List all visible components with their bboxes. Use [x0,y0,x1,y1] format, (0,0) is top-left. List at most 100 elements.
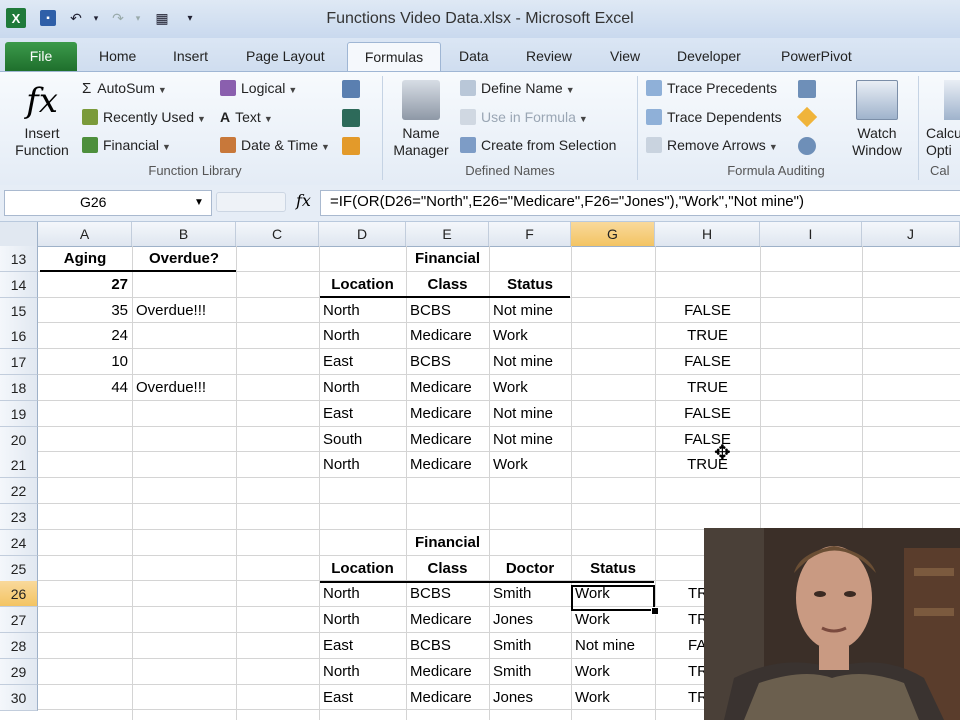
tab-powerpivot[interactable]: PowerPivot [771,42,862,70]
row-header-27[interactable]: 27 [0,607,38,634]
row-header-15[interactable]: 15 [0,297,38,324]
tab-insert[interactable]: Insert [163,42,218,70]
insert-function-label-1[interactable]: Insert [10,125,74,141]
watch-window-label-1[interactable]: Watch [846,125,908,141]
row-header-30[interactable]: 30 [0,684,38,711]
function-fx-icon[interactable]: fx [18,80,66,122]
tab-formulas[interactable]: Formulas [347,42,441,71]
calculation-options-label-1[interactable]: Calcu [926,125,960,141]
trace-dependents-button[interactable]: Trace Dependents [646,109,782,125]
row-header-28[interactable]: 28 [0,633,38,659]
date-time-button[interactable]: Date & Time ▼ [220,137,330,153]
column-header-j[interactable]: J [862,222,960,246]
cell-e28[interactable]: BCBS [410,633,489,659]
cell-f27[interactable]: Jones [493,607,571,633]
cell-f25[interactable]: Doctor [489,556,571,582]
column-header-b[interactable]: B [132,222,236,246]
financial-button[interactable]: Financial ▼ [82,137,171,153]
name-manager-icon[interactable] [402,80,440,120]
cell-d19[interactable]: East [323,401,406,427]
cell-e14[interactable]: Class [406,272,489,298]
select-all-corner[interactable] [0,222,38,246]
cell-f28[interactable]: Smith [493,633,571,659]
tab-review[interactable]: Review [516,42,582,70]
cell-a17[interactable]: 10 [38,349,128,375]
active-cell-border[interactable] [571,585,655,611]
evaluate-formula-icon[interactable] [798,137,816,155]
cell-h19[interactable]: FALSE [655,401,760,427]
cell-e13[interactable]: Financial [406,246,489,272]
cell-b13[interactable]: Overdue? [132,246,236,272]
cell-g28[interactable]: Not mine [575,633,655,659]
name-manager-label-2[interactable]: Manager [390,142,452,158]
cell-a15[interactable]: 35 [38,298,128,324]
cell-e25[interactable]: Class [406,556,489,582]
row-header-24[interactable]: 24 [0,529,38,556]
cell-d14[interactable]: Location [319,272,406,298]
tab-view[interactable]: View [600,42,650,70]
formula-bar-resize-handle[interactable] [216,192,286,212]
fill-handle[interactable] [651,607,659,615]
cell-d28[interactable]: East [323,633,406,659]
cell-f30[interactable]: Jones [493,685,571,711]
row-header-26[interactable]: 26 [0,581,38,608]
row-header-21[interactable]: 21 [0,452,38,479]
cell-b15[interactable]: Overdue!!! [136,298,236,324]
cell-a16[interactable]: 24 [38,323,128,349]
autosum-button[interactable]: Σ AutoSum ▼ [82,80,167,97]
row-header-25[interactable]: 25 [0,555,38,582]
trace-precedents-button[interactable]: Trace Precedents [646,80,777,96]
row-header-20[interactable]: 20 [0,426,38,453]
name-box[interactable] [4,190,212,216]
tab-home[interactable]: Home [89,42,146,70]
column-header-d[interactable]: D [319,222,406,246]
cell-e24[interactable]: Financial [406,530,489,556]
cell-d21[interactable]: North [323,452,406,478]
lookup-reference-icon[interactable] [342,80,360,98]
remove-arrows-button[interactable]: Remove Arrows ▼ [646,137,778,153]
cell-a13[interactable]: Aging [38,246,132,272]
row-header-13[interactable]: 13 [0,246,38,272]
calculation-options-icon[interactable] [944,80,960,120]
cell-f17[interactable]: Not mine [493,349,571,375]
cell-f20[interactable]: Not mine [493,427,571,453]
column-header-f[interactable]: F [489,222,571,246]
cell-e20[interactable]: Medicare [410,427,489,453]
tab-file[interactable]: File [5,42,77,71]
row-header-29[interactable]: 29 [0,658,38,685]
cell-h15[interactable]: FALSE [655,298,760,324]
cell-e27[interactable]: Medicare [410,607,489,633]
cell-g27[interactable]: Work [575,607,655,633]
cell-a18[interactable]: 44 [38,375,128,401]
cell-f15[interactable]: Not mine [493,298,571,324]
tab-developer[interactable]: Developer [667,42,751,70]
cell-f16[interactable]: Work [493,323,571,349]
show-formulas-icon[interactable] [798,80,816,98]
recently-used-button[interactable]: Recently Used ▼ [82,109,206,125]
cell-f14[interactable]: Status [489,272,571,298]
insert-function-label-2[interactable]: Function [10,142,74,158]
row-header-22[interactable]: 22 [0,478,38,505]
cell-h16[interactable]: TRUE [655,323,760,349]
tab-data[interactable]: Data [449,42,499,70]
define-name-button[interactable]: Define Name ▼ [460,80,575,96]
cell-d27[interactable]: North [323,607,406,633]
cell-e26[interactable]: BCBS [410,581,489,607]
name-manager-label-1[interactable]: Name [390,125,452,141]
column-header-e[interactable]: E [406,222,489,246]
cell-e18[interactable]: Medicare [410,375,489,401]
cell-e21[interactable]: Medicare [410,452,489,478]
cell-g25[interactable]: Status [571,556,655,582]
cell-h20[interactable]: FALSE [655,427,760,453]
cell-f26[interactable]: Smith [493,581,571,607]
text-button[interactable]: A Text ▼ [220,109,273,125]
watch-window-label-2[interactable]: Window [846,142,908,158]
cell-e16[interactable]: Medicare [410,323,489,349]
cell-h17[interactable]: FALSE [655,349,760,375]
column-header-g[interactable]: G [571,222,655,246]
cell-d15[interactable]: North [323,298,406,324]
cell-f18[interactable]: Work [493,375,571,401]
cell-e17[interactable]: BCBS [410,349,489,375]
cell-b18[interactable]: Overdue!!! [136,375,236,401]
cell-h21[interactable]: TRUE [655,452,760,478]
